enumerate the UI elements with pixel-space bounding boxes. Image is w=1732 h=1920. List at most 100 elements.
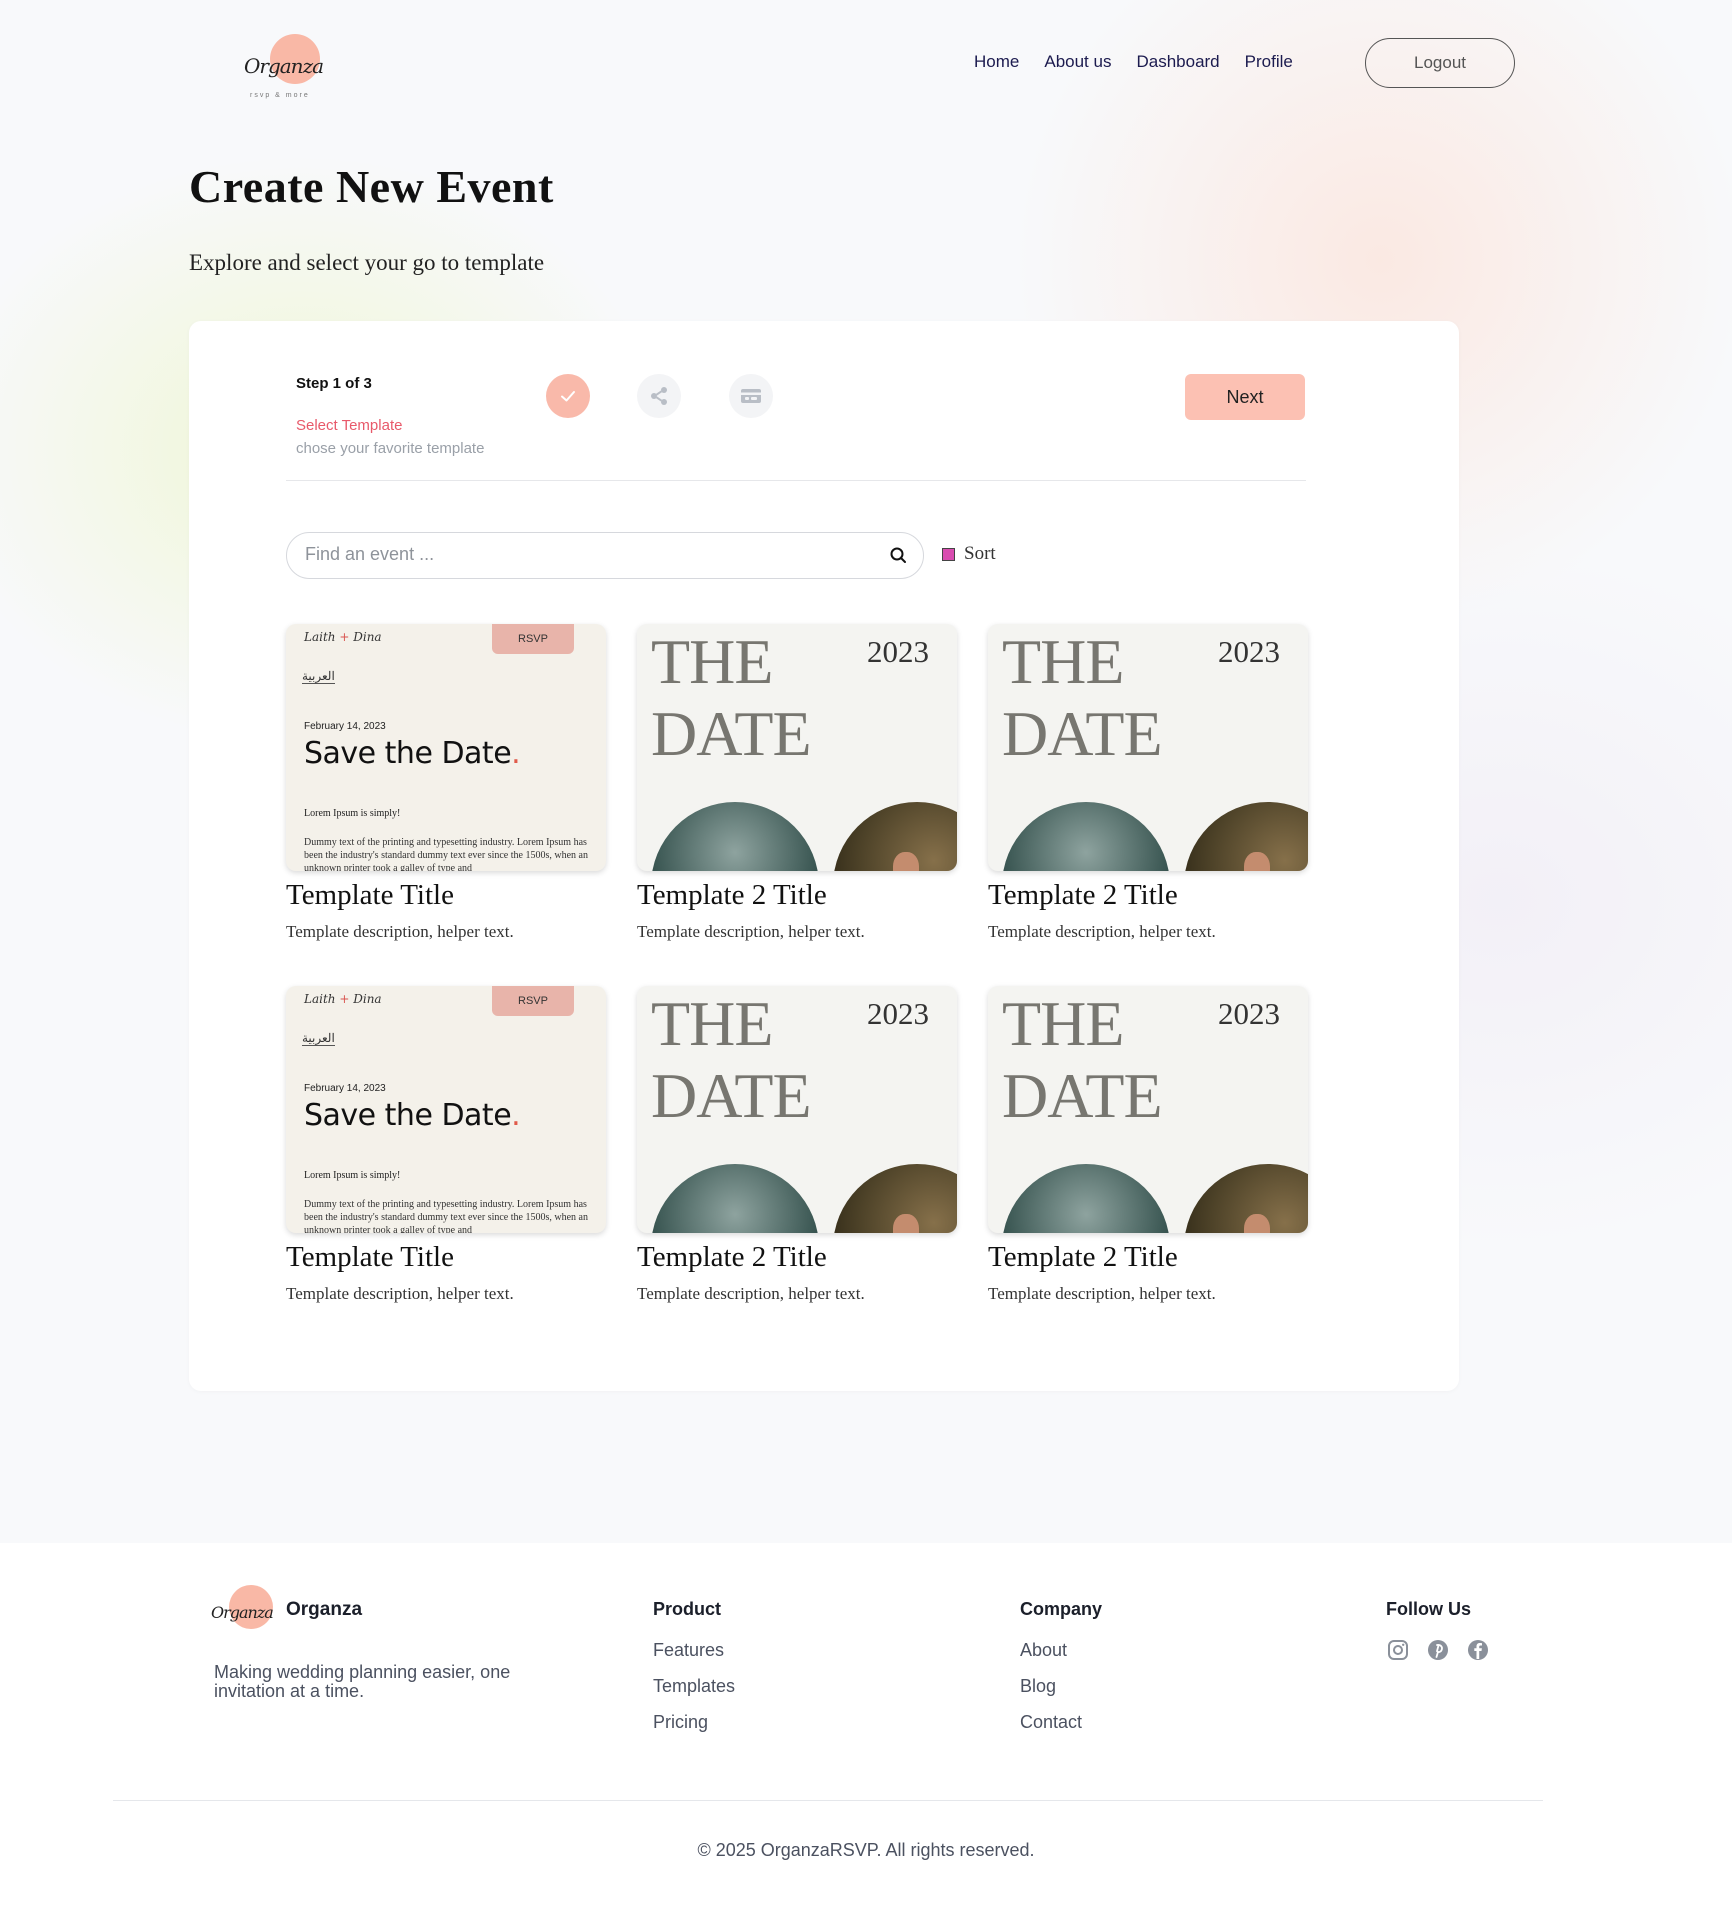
photo-circle [1184, 1164, 1308, 1233]
step-description: chose your favorite template [296, 440, 485, 457]
template-thumbnail[interactable]: THE DATE 2023 [988, 986, 1308, 1233]
instagram-icon[interactable] [1386, 1638, 1410, 1667]
template-thumbnail[interactable]: THE DATE 2023 [637, 986, 957, 1233]
site-footer: Organza Organza Making wedding planning … [0, 1543, 1732, 1920]
ticket-icon[interactable] [729, 374, 773, 418]
photo-circle [833, 1164, 957, 1233]
footer-heading: Company [1020, 1599, 1103, 1619]
template-title: Template 2 Title [988, 1241, 1178, 1273]
template-title: Template 2 Title [637, 1241, 827, 1273]
thumb-names: Laith + Dina [304, 992, 382, 1006]
logo-script: Organza [211, 1603, 274, 1622]
template-description: Template description, helper text. [637, 922, 865, 941]
template-thumbnail[interactable]: THE DATE 2023 [988, 624, 1308, 871]
photo-circle [651, 1164, 819, 1233]
sort-checkbox[interactable] [942, 547, 955, 561]
thumb-lorem: Lorem Ipsum is simply! [304, 1170, 401, 1181]
template-thumbnail[interactable]: THE DATE 2023 [637, 624, 957, 871]
thumb-headline: THE DATE [1002, 626, 1163, 769]
rsvp-badge: RSVP [492, 624, 574, 654]
page-subtitle: Explore and select your go to template [189, 250, 545, 275]
footer-company-column: Company About Blog Contact [1020, 1599, 1102, 1748]
template-description: Template description, helper text. [637, 1284, 865, 1303]
logo-tagline: rsvp & more [250, 92, 310, 99]
template-title: Template 2 Title [988, 879, 1178, 911]
logout-button[interactable]: Logout [1365, 38, 1515, 88]
thumb-headline: THE DATE [651, 988, 812, 1131]
thumb-year: 2023 [867, 634, 929, 669]
social-links [1386, 1638, 1490, 1667]
nav-profile[interactable]: Profile [1245, 52, 1293, 72]
step-title: Select Template [296, 417, 403, 434]
site-header: Organza rsvp & more Home About us Dashbo… [0, 0, 1732, 130]
sort-toggle[interactable]: Sort [942, 543, 996, 565]
divider [286, 480, 1306, 481]
template-thumbnail[interactable]: Laith + Dina RSVP العربية February 14, 2… [286, 624, 606, 871]
footer-tagline: Making wedding planning easier, one invi… [214, 1662, 511, 1701]
template-card[interactable]: THE DATE 2023 Template 2 Title Template d… [988, 624, 1308, 942]
footer-link-pricing[interactable]: Pricing [653, 1712, 735, 1733]
check-icon[interactable] [546, 374, 590, 418]
language-label: العربية [302, 1031, 335, 1046]
copyright: © 2025 OrganzaRSVP. All rights reserved. [697, 1840, 1035, 1860]
template-description: Template description, helper text. [286, 922, 514, 941]
logo[interactable]: Organza rsvp & more [244, 32, 324, 104]
template-title: Template 2 Title [637, 879, 827, 911]
footer-heading: Follow Us [1386, 1599, 1471, 1619]
thumb-headline: THE DATE [651, 626, 812, 769]
template-card[interactable]: THE DATE 2023 Template 2 Title Template d… [637, 986, 957, 1304]
template-description: Template description, helper text. [286, 1284, 514, 1303]
footer-link-about[interactable]: About [1020, 1640, 1102, 1661]
footer-follow-column: Follow Us [1386, 1599, 1490, 1667]
nav-home[interactable]: Home [974, 52, 1019, 72]
footer-link-blog[interactable]: Blog [1020, 1676, 1102, 1697]
footer-divider [113, 1800, 1543, 1801]
thumb-headline: THE DATE [1002, 988, 1163, 1131]
search-icon[interactable] [889, 546, 907, 569]
thumb-year: 2023 [867, 996, 929, 1031]
step-counter: Step 1 of 3 [296, 375, 372, 392]
search-input[interactable] [305, 544, 865, 565]
thumb-date: February 14, 2023 [304, 721, 386, 732]
thumb-headline: Save the Date. [304, 1098, 521, 1133]
thumb-headline: Save the Date. [304, 736, 521, 771]
footer-heading: Product [653, 1599, 722, 1619]
footer-product-column: Product Features Templates Pricing [653, 1599, 735, 1748]
next-button[interactable]: Next [1185, 374, 1305, 420]
photo-circle [833, 802, 957, 871]
facebook-icon[interactable] [1466, 1638, 1490, 1667]
main-nav: Home About us Dashboard Profile [974, 52, 1293, 72]
template-card[interactable]: Laith + Dina RSVP العربية February 14, 2… [286, 986, 606, 1304]
photo-circle [1002, 802, 1170, 871]
sort-label: Sort [964, 543, 996, 564]
template-description: Template description, helper text. [988, 1284, 1216, 1303]
language-label: العربية [302, 669, 335, 684]
rsvp-badge: RSVP [492, 986, 574, 1016]
thumb-body: Dummy text of the printing and typesetti… [304, 837, 588, 871]
pinterest-icon[interactable] [1426, 1638, 1450, 1667]
footer-link-contact[interactable]: Contact [1020, 1712, 1102, 1733]
thumb-year: 2023 [1218, 634, 1280, 669]
thumb-lorem: Lorem Ipsum is simply! [304, 808, 401, 819]
template-card[interactable]: Laith + Dina RSVP العربية February 14, 2… [286, 624, 606, 942]
share-icon[interactable] [637, 374, 681, 418]
template-title: Template Title [286, 879, 454, 911]
footer-logo[interactable]: Organza [211, 1585, 274, 1641]
search-bar [286, 532, 924, 579]
template-card[interactable]: THE DATE 2023 Template 2 Title Template d… [637, 624, 957, 942]
thumb-body: Dummy text of the printing and typesetti… [304, 1199, 588, 1233]
template-thumbnail[interactable]: Laith + Dina RSVP العربية February 14, 2… [286, 986, 606, 1233]
nav-about[interactable]: About us [1044, 52, 1111, 72]
footer-link-templates[interactable]: Templates [653, 1676, 735, 1697]
template-card[interactable]: THE DATE 2023 Template 2 Title Template d… [988, 986, 1308, 1304]
page-title: Create New Event [189, 161, 554, 212]
footer-brand: Organza [286, 1599, 363, 1620]
logo-script: Organza [244, 54, 324, 78]
photo-circle [651, 802, 819, 871]
template-description: Template description, helper text. [988, 922, 1216, 941]
nav-dashboard[interactable]: Dashboard [1136, 52, 1219, 72]
create-event-panel: Step 1 of 3 Select Template chose your f… [189, 321, 1459, 1391]
thumb-year: 2023 [1218, 996, 1280, 1031]
photo-circle [1184, 802, 1308, 871]
footer-link-features[interactable]: Features [653, 1640, 735, 1661]
